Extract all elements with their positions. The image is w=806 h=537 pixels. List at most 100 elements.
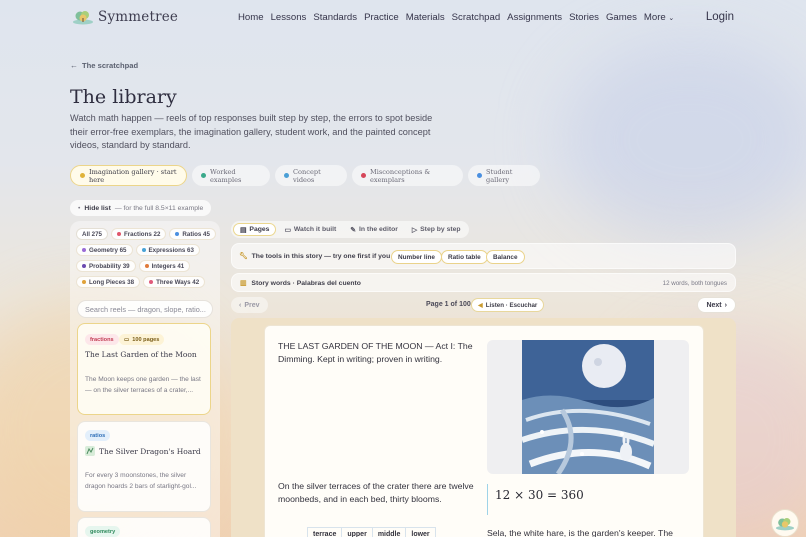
listen-label: Listen · Escuchar [485,301,538,309]
chip-dot [144,264,149,268]
filter-chip-geometry[interactable]: Geometry 65 [76,244,133,256]
topic-tag: fractions [85,334,119,345]
brand-logo[interactable]: Symmetree [72,9,178,25]
topic-tag-label: ratios [90,432,106,439]
page-paragraph: On the silver terraces of the crater the… [278,481,474,505]
pages-badge-label: 100 pages [132,336,160,343]
tab-label: Concept videos [293,167,321,184]
nav-link-assignments[interactable]: Assignments [507,12,562,23]
nav-more-menu[interactable]: More ⌄ [644,12,674,23]
tab-dot [284,173,289,178]
nav-link-standards[interactable]: Standards [313,12,357,23]
listen-button[interactable]: ◀︎ Listen · Escuchar [471,298,545,312]
tool-label: Number line [398,253,435,261]
tab-dot [477,173,482,178]
equation-box: 12 × 30 = 360 [487,484,689,515]
assistant-button[interactable] [771,509,799,537]
view-step-button[interactable]: ▷ Step by step [406,223,467,236]
tab-dot [361,173,366,178]
hide-list-label: Hide list [84,204,111,212]
chevron-down-icon: ⌄ [668,15,675,22]
view-editor-button[interactable]: ✎ In the editor [344,223,404,236]
filter-chip-long-pieces[interactable]: Long Pieces 38 [76,276,141,288]
reel-card[interactable]: ratios The Silver Dragon's Hoard For eve… [77,421,211,512]
chip-label: Probability 39 [89,262,130,270]
nav-link-practice[interactable]: Practice [364,12,399,23]
reel-card[interactable]: geometry [77,517,211,537]
filter-chips: All 275 Fractions 22 Ratios 45 Geometry … [76,228,216,288]
chip-dot [82,280,86,284]
tab-student-gallery[interactable]: Student gallery [468,165,540,186]
reel-card-excerpt: The Moon keeps one garden — the last — o… [85,376,201,394]
tab-imagination-gallery[interactable]: Imagination gallery · start here [70,165,187,186]
next-label: Next [706,301,722,309]
view-mode-toolbar: ▤ Pages ▭ Watch it built ✎ In the editor ▷ S… [231,221,469,238]
table-header-cell: middle [371,527,407,537]
tab-misconceptions[interactable]: Misconceptions & exemplars [352,165,463,186]
nav-link-home[interactable]: Home [238,12,264,23]
reel-search-input[interactable]: Search reels — dragon, slope, ratio... [77,300,213,318]
back-link-label: The scratchpad [82,61,139,70]
dot-icon: • [78,204,81,212]
page-counter: Page 1 of 100 [426,301,471,308]
tab-concept-videos[interactable]: Concept videos [275,165,347,186]
book-icon: ▭ [124,336,130,343]
filter-chip-integers[interactable]: Integers 41 [138,260,191,272]
back-link[interactable]: ← The scratchpad [70,61,138,70]
reel-card[interactable]: fractions ▭ 100 pages The Last Garden of … [77,323,211,415]
nav-link-lessons[interactable]: Lessons [271,12,307,23]
play-icon: ▷ [411,226,418,234]
story-tools-bar: 🔧︎ The tools in this story — try one firs… [231,243,736,269]
button-label: In the editor [359,226,398,233]
prev-page-button[interactable]: ‹ Prev [231,297,268,313]
chip-dot [141,248,146,252]
dragon-image-icon [85,446,95,456]
prev-label: Prev [244,301,260,309]
tool-balance-button[interactable]: Balance [486,250,525,264]
tab-worked-examples[interactable]: Worked examples [192,165,270,186]
chip-dot [82,264,86,268]
next-page-button[interactable]: Next › [697,297,736,313]
story-words-count: 12 words, both tongues [662,280,727,287]
nav-link-materials[interactable]: Materials [406,12,445,23]
chip-label: Ratios 45 [182,230,210,238]
chip-label: All 275 [82,230,102,238]
story-tools-label: 🔧︎ The tools in this story — try one firs… [239,252,406,261]
chip-label: Geometry 65 [89,246,127,254]
nav-link-scratchpad[interactable]: Scratchpad [452,12,501,23]
story-words-text: Story words · Palabras del cuento [251,279,361,287]
filter-chip-ratios[interactable]: Ratios 45 [169,228,216,240]
view-watch-built-button[interactable]: ▭ Watch it built [278,223,342,236]
filter-chip-fractions[interactable]: Fractions 22 [110,228,167,240]
page-description: Watch math happen — reels of top respons… [70,113,433,151]
view-pages-button[interactable]: ▤ Pages [233,223,277,236]
filter-chip-probability[interactable]: Probability 39 [76,260,136,272]
chip-label: Expressions 63 [148,246,194,254]
filter-chip-expressions[interactable]: Expressions 63 [135,244,200,256]
hide-list-toggle[interactable]: • Hide list — for the full 8.5×11 exampl… [70,200,212,216]
tool-ratio-table-button[interactable]: Ratio table [441,250,488,264]
login-link[interactable]: Login [706,11,734,23]
table-header-cell: lower [405,527,436,537]
table-header-cell: terrace [306,527,343,537]
nav-link-games[interactable]: Games [606,12,637,23]
nav-link-stories[interactable]: Stories [569,12,599,23]
reel-card-title: The Silver Dragon's Hoard [85,446,201,456]
tool-number-line-button[interactable]: Number line [391,250,442,264]
chip-dot [82,248,86,252]
button-label: Step by step [420,226,461,233]
tab-label: Student gallery [486,167,513,184]
chip-label: Three Ways 42 [156,278,200,286]
button-label: Pages [249,226,270,233]
filter-chip-three-ways[interactable]: Three Ways 42 [143,276,206,288]
equation: 12 × 30 = 360 [495,488,584,502]
reel-card-excerpt: For every 3 moonstones, the silver drago… [85,472,197,490]
tab-label: Imagination gallery · start here [89,167,177,184]
chip-dot [175,232,180,236]
filter-chip-all[interactable]: All 275 [76,228,108,240]
tree-logo-icon [775,517,795,530]
book-open-icon: ▥ [240,280,247,287]
story-tools-text: The tools in this story — try one first … [251,252,406,260]
chip-label: Long Pieces 38 [89,278,135,286]
story-words-bar[interactable]: ▥ Story words · Palabras del cuento 12 wo… [231,273,736,292]
